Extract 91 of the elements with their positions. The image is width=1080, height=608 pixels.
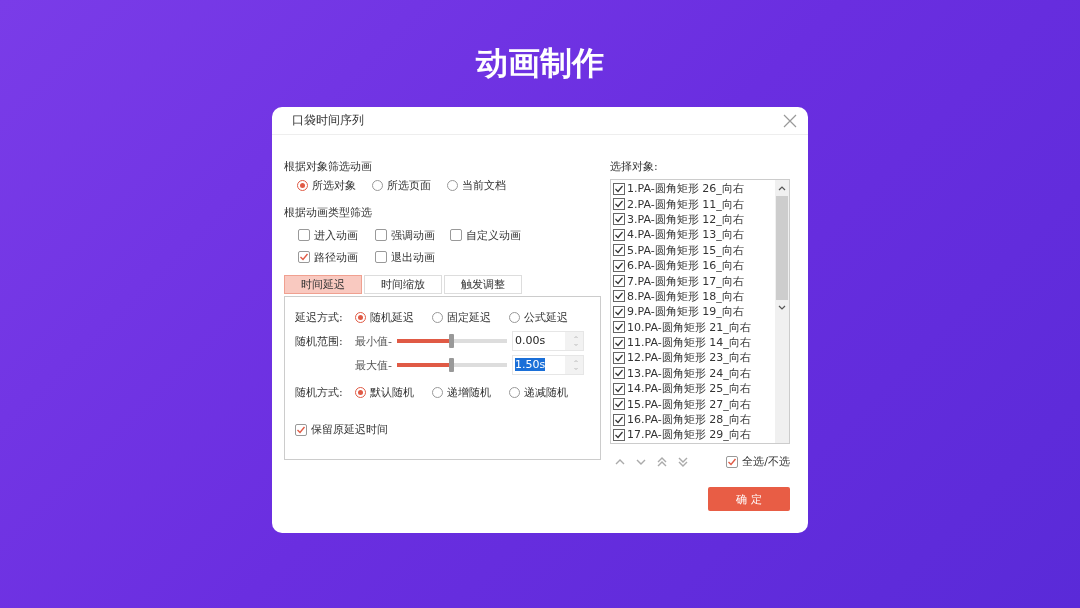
checkbox[interactable] [613,428,625,441]
move-top-icon[interactable] [656,456,668,468]
list-item[interactable]: 5.PA-圆角矩形 15_向右 [627,242,744,258]
field-label: 随机方式: [295,384,344,400]
checkbox[interactable] [375,251,387,263]
checkbox[interactable] [613,275,625,288]
radio-label[interactable]: 随机延迟 [370,309,414,325]
radio-button[interactable] [447,179,458,191]
checkbox[interactable] [295,423,307,436]
list-item[interactable]: 6.PA-圆角矩形 16_向右 [627,258,744,274]
checkbox[interactable] [613,367,625,380]
checkbox[interactable] [726,455,739,468]
radio-button[interactable] [355,386,366,398]
checkbox[interactable] [613,259,625,272]
tab[interactable]: 时间缩放 [364,275,442,294]
checkbox[interactable] [613,382,625,395]
list-item[interactable]: 15.PA-圆角矩形 27_向右 [627,396,751,412]
number-field[interactable]: 1.50s [512,355,584,375]
move-bottom-icon[interactable] [677,456,689,468]
checkbox-label[interactable]: 退出动画 [391,249,435,265]
checkbox-label[interactable]: 强调动画 [391,227,435,243]
radio-button[interactable] [509,311,520,323]
checkbox[interactable] [298,229,310,241]
checkbox-label[interactable]: 路径动画 [314,249,358,265]
slider-thumb[interactable] [449,358,454,372]
checkbox[interactable] [613,198,625,211]
scroll-up-icon[interactable] [777,184,787,192]
radio-label[interactable]: 固定延迟 [447,309,491,325]
scroll-down-icon[interactable] [777,304,787,312]
checkbox[interactable] [613,182,625,195]
checkbox[interactable] [450,229,462,241]
checkbox[interactable] [613,228,625,241]
radio-label[interactable]: 默认随机 [370,384,414,400]
list-item[interactable]: 10.PA-圆角矩形 21_向右 [627,319,751,335]
checkbox-label[interactable]: 保留原延迟时间 [311,422,388,437]
radio-label[interactable]: 所选页面 [387,177,431,193]
checkbox[interactable] [613,305,625,318]
checkbox-label[interactable]: 自定义动画 [466,227,521,243]
checkbox[interactable] [613,244,625,257]
radio-label[interactable]: 当前文档 [462,177,506,193]
list-item[interactable]: 8.PA-圆角矩形 18_向右 [627,288,744,304]
radio-button[interactable] [432,386,443,398]
section-label: 根据对象筛选动画 [284,159,373,175]
radio-label[interactable]: 所选对象 [312,177,356,193]
slider[interactable] [397,358,507,372]
checkbox[interactable] [613,352,625,364]
list-item[interactable]: 14.PA-圆角矩形 25_向右 [627,381,751,397]
checkbox-label[interactable]: 进入动画 [314,227,358,243]
radio-label[interactable]: 递减随机 [524,384,568,400]
slider[interactable] [397,334,507,348]
list-item[interactable]: 11.PA-圆角矩形 14_向右 [627,335,751,351]
radio-button[interactable] [297,179,308,191]
radio-label[interactable]: 递增随机 [447,384,491,400]
field-label: 延迟方式: [295,309,344,325]
section-label: 根据动画类型筛选 [284,205,373,221]
list-label: 选择对象: [610,159,659,175]
close-icon[interactable] [783,113,797,128]
field-label: 最大值- [355,357,393,373]
tab[interactable]: 时间延迟 [284,275,362,294]
slider-thumb[interactable] [449,334,454,348]
checkbox-label[interactable]: 全选/不选 [742,454,790,470]
radio-button[interactable] [509,386,520,398]
checkbox[interactable] [613,321,625,334]
slide-title: 动画制作 [476,43,604,84]
list-item[interactable]: 16.PA-圆角矩形 28_向右 [627,412,751,428]
checkbox[interactable] [613,213,625,226]
radio-button[interactable] [432,311,443,323]
checkbox[interactable] [613,336,625,349]
number-field[interactable]: 0.00s [512,331,584,351]
list-item[interactable]: 12.PA-圆角矩形 23_向右 [627,350,751,366]
list-item[interactable]: 13.PA-圆角矩形 24_向右 [627,365,751,381]
list-item[interactable]: 9.PA-圆角矩形 19_向右 [627,304,744,320]
field-label: 随机范围: [295,333,344,349]
checkbox[interactable] [613,398,625,411]
list-item[interactable]: 4.PA-圆角矩形 13_向右 [627,227,744,243]
list-item[interactable]: 1.PA-圆角矩形 26_向右 [627,181,744,197]
checkbox[interactable] [298,251,310,263]
scrollbar[interactable] [775,180,789,443]
list-item[interactable]: 2.PA-圆角矩形 11_向右 [627,196,744,212]
tab[interactable]: 触发调整 [444,275,522,294]
checkbox[interactable] [613,413,625,426]
radio-button[interactable] [372,179,383,191]
checkbox[interactable] [375,229,387,241]
checkbox[interactable] [613,290,625,303]
radio-label[interactable]: 公式延迟 [524,309,568,325]
window-title: 口袋时间序列 [292,112,364,129]
field-label: 最小值- [355,333,393,349]
list-item[interactable]: 7.PA-圆角矩形 17_向右 [627,273,744,289]
radio-button[interactable] [355,311,366,323]
list-item[interactable]: 3.PA-圆角矩形 12_向右 [627,211,744,227]
list-item[interactable]: 17.PA-圆角矩形 29_向右 [627,427,751,443]
